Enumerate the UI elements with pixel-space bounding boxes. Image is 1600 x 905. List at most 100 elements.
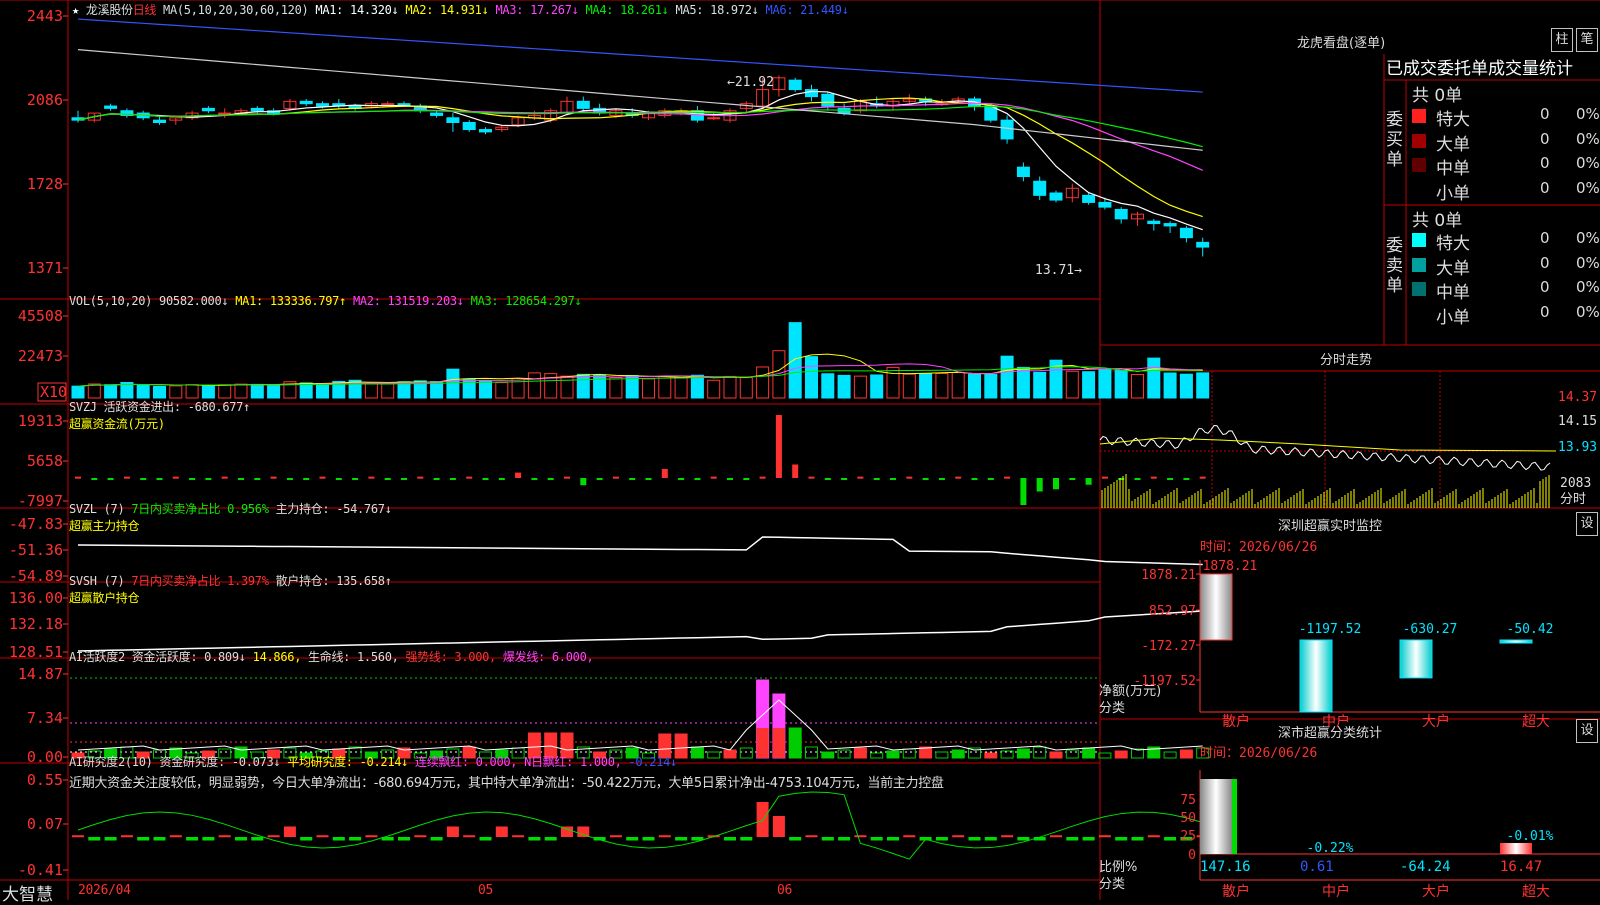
vol-bar-15[interactable] [316,383,329,399]
svzj-bar-50[interactable] [890,478,896,480]
monitor-bar-2[interactable] [1399,639,1433,679]
svzj-bar-4[interactable] [140,478,147,480]
svzj-bar-5[interactable] [156,478,163,480]
svzj-bar-56[interactable] [987,478,994,480]
vol-bar-52[interactable] [919,373,933,399]
ai-activity-panel[interactable] [70,677,1210,759]
ai2-bar-40[interactable] [724,837,736,841]
ai1-bar-39[interactable] [707,751,721,759]
svzj-bar-9[interactable] [221,476,228,479]
candle-60[interactable] [1049,192,1063,201]
candle-59[interactable] [1033,180,1047,196]
candle-23[interactable] [446,117,460,123]
svzj-bar-58[interactable] [1020,478,1027,505]
vol-bar-2[interactable] [104,384,118,399]
ai1-bar-49[interactable] [870,752,884,759]
candle-22[interactable] [430,112,444,116]
ai1-bar-64[interactable] [1114,750,1128,759]
candle-46[interactable] [821,93,835,107]
svzj-bar-19[interactable] [384,478,391,480]
ai2-bar-57[interactable] [1001,835,1014,838]
stats-bar-0[interactable] [1200,779,1232,854]
ai1-bar-40[interactable] [723,749,737,759]
svzj-bar-7[interactable] [189,478,196,480]
svzj-bar-0[interactable] [75,476,81,479]
svzj-bar-14[interactable] [303,478,310,480]
star-icon[interactable]: ★ [72,3,79,17]
vol-bar-50[interactable] [886,366,900,399]
vol-bar-61[interactable] [1065,370,1079,399]
svzj-bar-61[interactable] [1069,478,1076,480]
ai2-bar-24[interactable] [463,835,476,838]
svzj-bar-47[interactable] [841,478,848,480]
svzj-bar-11[interactable] [254,478,261,480]
ai1-bar-48[interactable] [853,747,867,759]
ai2-bar-17[interactable] [349,837,362,841]
svzj-bar-31[interactable] [580,478,587,486]
svzj-bar-1[interactable] [91,478,98,480]
svzj-bar-52[interactable] [922,478,929,480]
candle-25[interactable] [479,129,492,133]
ai2-bar-50[interactable] [887,837,899,841]
candle-5[interactable] [153,119,166,123]
candle-15[interactable] [316,103,329,107]
vol-bar-4[interactable] [136,384,150,399]
ai2-bar-66[interactable] [1147,835,1160,838]
vol-bar-46[interactable] [821,373,835,399]
svzl-panel[interactable] [77,536,1203,566]
ai2-bar-29[interactable] [544,837,557,841]
vol-bar-28[interactable] [527,372,541,399]
ai2-bar-63[interactable] [1098,835,1111,838]
vol-bar-68[interactable] [1179,373,1193,399]
svzj-bar-20[interactable] [401,478,407,480]
svzj-bar-28[interactable] [531,478,538,480]
svzj-bar-41[interactable] [743,478,750,480]
svzj-bar-30[interactable] [564,476,570,479]
svzj-bar-46[interactable] [824,478,831,480]
vol-bar-14[interactable] [299,382,313,399]
vol-bar-6[interactable] [169,385,183,399]
candle-31[interactable] [576,100,590,109]
vol-bar-45[interactable] [805,356,818,399]
ai2-bar-22[interactable] [430,837,443,841]
monitor-bar-3[interactable] [1499,639,1533,644]
svzj-bar-51[interactable] [906,476,913,479]
ai2-bar-15[interactable] [316,835,329,838]
vol-bar-1[interactable] [87,383,101,399]
ai2-bar-42[interactable] [756,802,769,837]
svzj-bar-26[interactable] [498,478,505,480]
svzj-bar-48[interactable] [857,476,864,479]
ai-research-panel[interactable] [72,791,1209,860]
svzj-bar-2[interactable] [107,478,114,480]
vol-bar-25[interactable] [479,380,492,399]
vol-bar-5[interactable] [153,385,166,399]
candle-62[interactable] [1082,194,1096,203]
candle-66[interactable] [1147,220,1161,225]
ai1-bar-50[interactable] [886,750,900,759]
vol-bar-33[interactable] [609,377,623,399]
vol-bar-64[interactable] [1114,370,1128,399]
vol-bar-8[interactable] [201,384,215,399]
vol-bar-10[interactable] [234,383,248,399]
svzj-bar-34[interactable] [629,478,636,480]
candle-58[interactable] [1016,166,1030,178]
ai1-bar-61[interactable] [1065,749,1079,759]
ai1-bar-62[interactable] [1082,747,1096,759]
monitor-settings-button[interactable]: 设 [1576,512,1598,536]
ai2-bar-21[interactable] [414,835,427,838]
ai2-bar-28[interactable] [528,837,541,841]
ai2-bar-8[interactable] [202,837,215,841]
ai1-bar-38[interactable] [690,746,704,759]
ai2-bar-64[interactable] [1115,837,1128,841]
monitor-bar-1[interactable] [1299,639,1333,713]
vol-bar-59[interactable] [1033,371,1047,399]
ai2-bar-45[interactable] [805,835,818,838]
stats-settings-button[interactable]: 设 [1576,719,1598,743]
period-label[interactable]: 日线 [133,3,157,17]
ai2-bar-54[interactable] [952,835,965,838]
right-panels[interactable]: 14.37 14.15 13.93 2083分时 1878.21 852.97 -172.2… [1099,371,1600,900]
vol-bar-35[interactable] [642,378,655,399]
candle-14[interactable] [299,100,313,105]
ai2-bar-3[interactable] [120,835,133,838]
candle-69[interactable] [1196,241,1210,248]
